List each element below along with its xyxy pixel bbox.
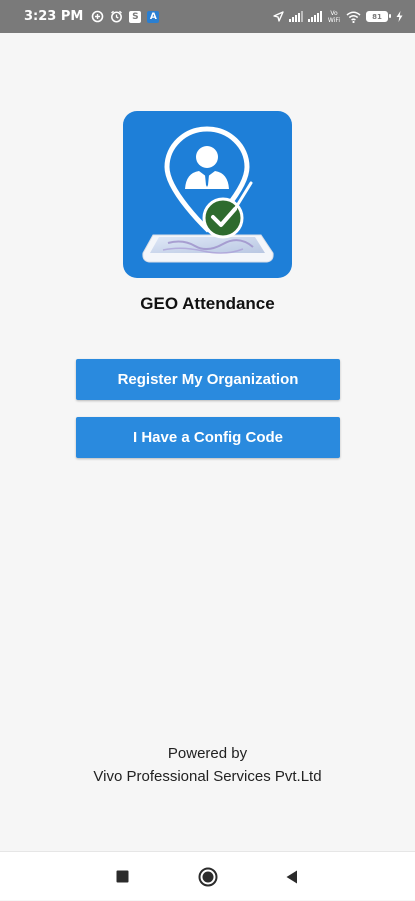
footer-company-name: Vivo Professional Services Pvt.Ltd xyxy=(93,768,322,785)
status-bar: 3:23 PM S A Vo WiFi 81 xyxy=(0,0,415,33)
back-triangle-icon[interactable] xyxy=(262,852,322,901)
notification-square-icon: S xyxy=(129,10,142,23)
location-arrow-icon xyxy=(273,11,284,22)
recents-square-icon[interactable] xyxy=(92,852,152,901)
charging-icon xyxy=(396,11,403,22)
navigation-bar xyxy=(0,851,415,900)
signal-icon xyxy=(308,11,322,22)
footer-powered-by: Powered by xyxy=(167,745,248,762)
signal-icon xyxy=(289,11,303,22)
status-time: 3:23 PM xyxy=(24,9,84,24)
wifi-icon xyxy=(346,11,361,23)
app-notification-icon: A xyxy=(147,10,160,23)
data-saver-icon xyxy=(91,10,104,23)
status-left-icons: S A xyxy=(91,10,160,23)
alarm-icon xyxy=(110,10,123,23)
app-name: GEO Attendance xyxy=(140,294,275,313)
geo-attendance-logo-icon xyxy=(123,111,292,278)
home-circle-icon[interactable] xyxy=(178,852,238,901)
battery-icon: 81 xyxy=(366,11,391,22)
status-right-icons: Vo WiFi 81 xyxy=(273,10,403,24)
config-code-button[interactable]: I Have a Config Code xyxy=(76,417,340,458)
vowifi-icon: Vo WiFi xyxy=(327,9,341,24)
register-organization-button[interactable]: Register My Organization xyxy=(76,359,340,400)
